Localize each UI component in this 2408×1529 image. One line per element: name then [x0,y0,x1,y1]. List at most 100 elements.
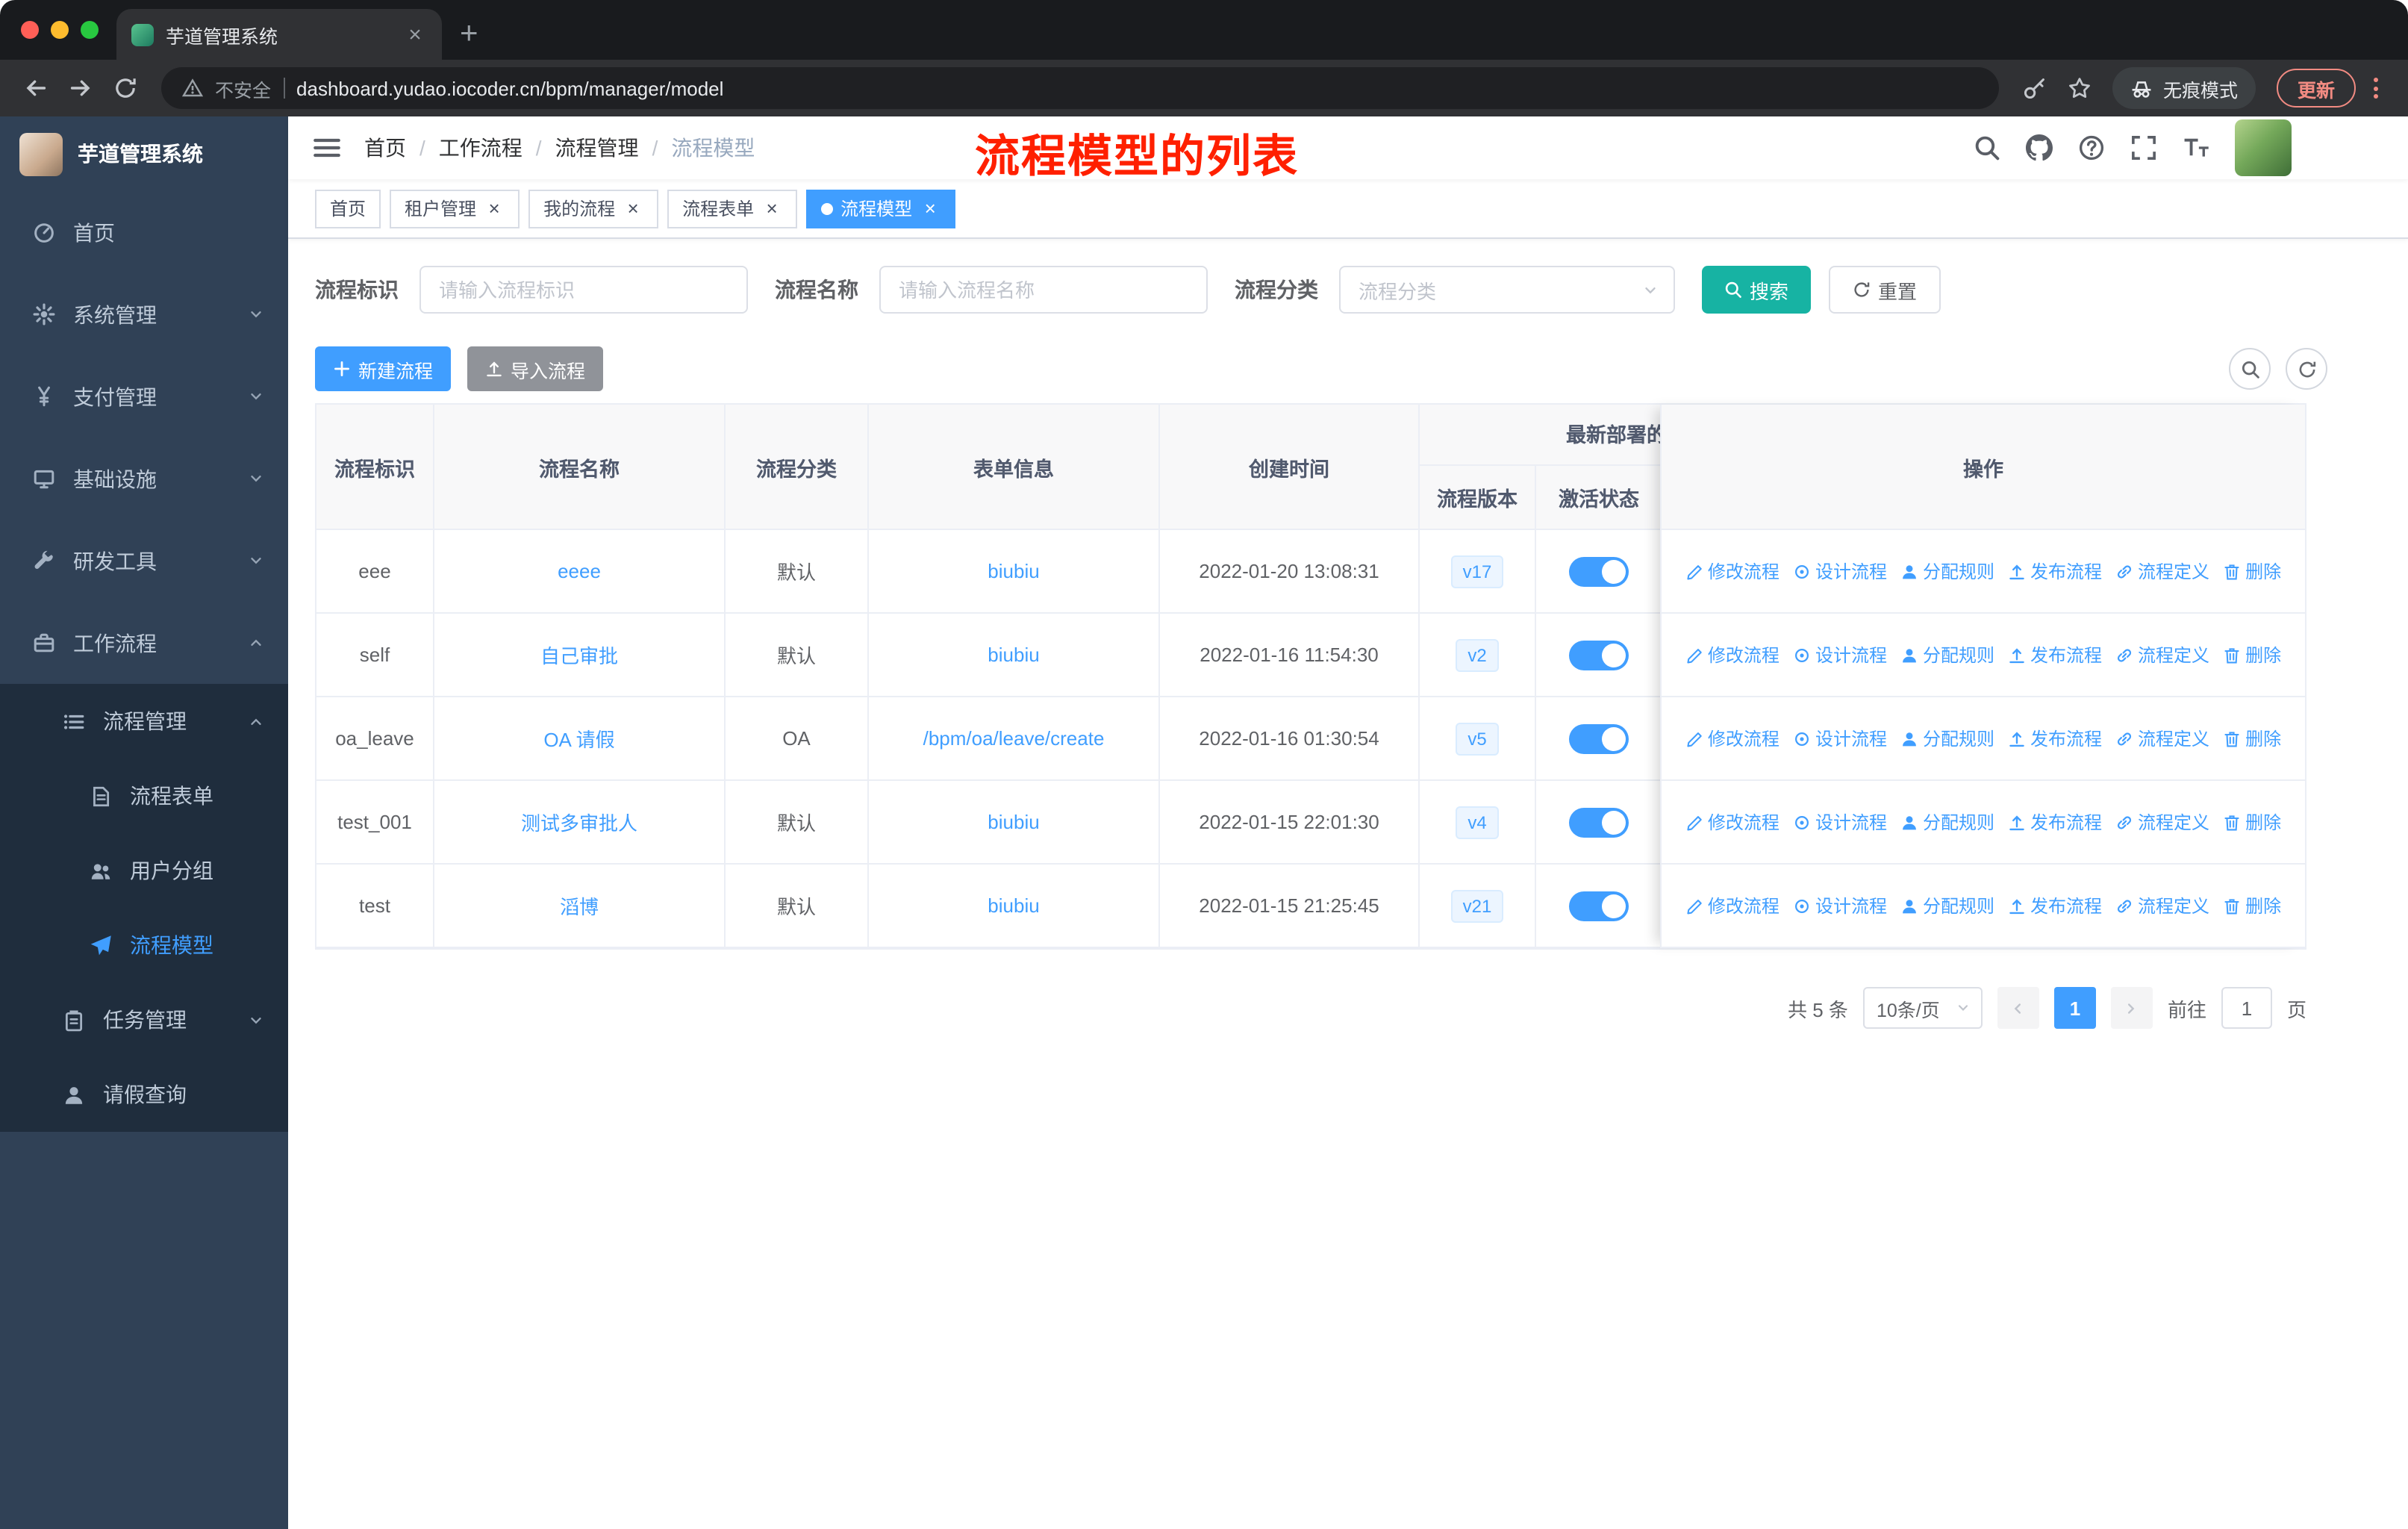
page-size-select[interactable]: 10条/页 [1862,987,1983,1029]
browser-menu-button[interactable] [2359,78,2393,99]
action-design-process[interactable]: 设计流程 [1793,893,1887,918]
action-process-definition[interactable]: 流程定义 [2115,642,2209,667]
create-process-button[interactable]: 新建流程 [315,346,452,391]
form-link[interactable]: biubiu [988,644,1039,666]
breadcrumb-item[interactable]: 流程管理 [555,133,639,163]
action-delete[interactable]: 删除 [2223,893,2281,918]
process-name-input[interactable] [879,266,1208,314]
action-process-definition[interactable]: 流程定义 [2115,809,2209,835]
sidebar-item-task-management[interactable]: 任务管理 [0,983,288,1057]
tag-home[interactable]: 首页 [315,189,381,228]
toggle-search-button[interactable] [2229,348,2271,390]
tag-tenant-management[interactable]: 租户管理 [390,189,520,228]
sidebar-item-home[interactable]: 首页 [0,191,288,273]
breadcrumb-item[interactable]: 工作流程 [439,133,523,163]
font-size-icon[interactable] [2183,134,2209,161]
page-1-button[interactable]: 1 [2053,987,2096,1029]
tab-close-icon[interactable] [403,22,427,47]
action-assign-rules[interactable]: 分配规则 [1900,558,1994,584]
action-delete[interactable]: 删除 [2223,809,2281,835]
action-edit-process[interactable]: 修改流程 [1685,558,1780,584]
zoom-window-button[interactable] [81,21,99,39]
action-design-process[interactable]: 设计流程 [1793,726,1887,751]
github-icon[interactable] [2026,134,2053,161]
active-toggle[interactable] [1569,556,1629,586]
action-process-definition[interactable]: 流程定义 [2115,893,2209,918]
action-design-process[interactable]: 设计流程 [1793,558,1887,584]
app-logo[interactable]: 芋道管理系统 [0,116,288,191]
sidebar-item-infrastructure[interactable]: 基础设施 [0,437,288,520]
sidebar-item-payment-management[interactable]: 支付管理 [0,355,288,437]
process-category-select[interactable]: 流程分类 [1339,266,1675,314]
help-icon[interactable] [2078,134,2105,161]
process-name-link[interactable]: 自己审批 [540,641,618,669]
active-toggle[interactable] [1569,891,1629,921]
search-button[interactable]: 搜索 [1702,266,1812,314]
form-link[interactable]: /bpm/oa/leave/create [923,727,1105,750]
tag-close-icon[interactable] [761,198,782,219]
process-id-input[interactable] [419,266,748,314]
form-link[interactable]: biubiu [988,811,1039,833]
tag-close-icon[interactable] [484,198,505,219]
avatar[interactable] [2235,119,2292,176]
goto-page-input[interactable] [2221,987,2272,1029]
sidebar-item-system-management[interactable]: 系统管理 [0,273,288,355]
bookmark-button[interactable] [2059,67,2100,109]
address-bar[interactable]: 不安全 dashboard.yudao.iocoder.cn/bpm/manag… [161,67,1999,109]
form-link[interactable]: biubiu [988,560,1039,582]
process-name-link[interactable]: 滔博 [560,891,599,920]
forward-button[interactable] [60,67,102,109]
action-delete[interactable]: 删除 [2223,726,2281,751]
sidebar-item-dev-tools[interactable]: 研发工具 [0,520,288,602]
tag-process-model[interactable]: 流程模型 [806,189,956,228]
process-name-link[interactable]: eeee [558,560,601,582]
tag-close-icon[interactable] [623,198,643,219]
sidebar-item-process-management[interactable]: 流程管理 [0,684,288,759]
prev-page-button[interactable] [1997,987,2039,1029]
action-assign-rules[interactable]: 分配规则 [1900,893,1994,918]
process-name-link[interactable]: OA 请假 [543,724,614,753]
action-edit-process[interactable]: 修改流程 [1685,809,1780,835]
action-assign-rules[interactable]: 分配规则 [1900,642,1994,667]
action-publish-process[interactable]: 发布流程 [2008,642,2102,667]
fullscreen-icon[interactable] [2130,134,2157,161]
sidebar-item-workflow[interactable]: 工作流程 [0,602,288,684]
action-process-definition[interactable]: 流程定义 [2115,726,2209,751]
active-toggle[interactable] [1569,807,1629,837]
action-design-process[interactable]: 设计流程 [1793,809,1887,835]
passwords-key-button[interactable] [2014,67,2056,109]
action-design-process[interactable]: 设计流程 [1793,642,1887,667]
search-icon[interactable] [1974,134,2000,161]
active-toggle[interactable] [1569,640,1629,670]
sidebar-item-user-group[interactable]: 用户分组 [0,833,288,908]
tag-my-process[interactable]: 我的流程 [528,189,659,228]
form-link[interactable]: biubiu [988,894,1039,917]
reset-button[interactable]: 重置 [1829,266,1941,314]
tag-process-form[interactable]: 流程表单 [667,189,798,228]
hamburger-icon[interactable] [312,133,342,163]
close-window-button[interactable] [21,21,39,39]
browser-tab[interactable]: 芋道管理系统 [116,9,442,60]
import-process-button[interactable]: 导入流程 [467,346,604,391]
action-publish-process[interactable]: 发布流程 [2008,893,2102,918]
action-delete[interactable]: 删除 [2223,558,2281,584]
new-tab-button[interactable] [460,18,478,49]
action-edit-process[interactable]: 修改流程 [1685,726,1780,751]
back-button[interactable] [15,67,57,109]
action-delete[interactable]: 删除 [2223,642,2281,667]
sidebar-item-leave-query[interactable]: 请假查询 [0,1057,288,1132]
action-edit-process[interactable]: 修改流程 [1685,893,1780,918]
reload-button[interactable] [105,67,146,109]
tag-close-icon[interactable] [920,198,941,219]
breadcrumb-item[interactable]: 首页 [364,133,406,163]
active-toggle[interactable] [1569,723,1629,753]
sidebar-item-process-form[interactable]: 流程表单 [0,759,288,833]
minimize-window-button[interactable] [51,21,69,39]
action-publish-process[interactable]: 发布流程 [2008,726,2102,751]
next-page-button[interactable] [2110,987,2153,1029]
action-process-definition[interactable]: 流程定义 [2115,558,2209,584]
sidebar-item-process-model[interactable]: 流程模型 [0,908,288,983]
action-publish-process[interactable]: 发布流程 [2008,558,2102,584]
action-publish-process[interactable]: 发布流程 [2008,809,2102,835]
action-assign-rules[interactable]: 分配规则 [1900,809,1994,835]
